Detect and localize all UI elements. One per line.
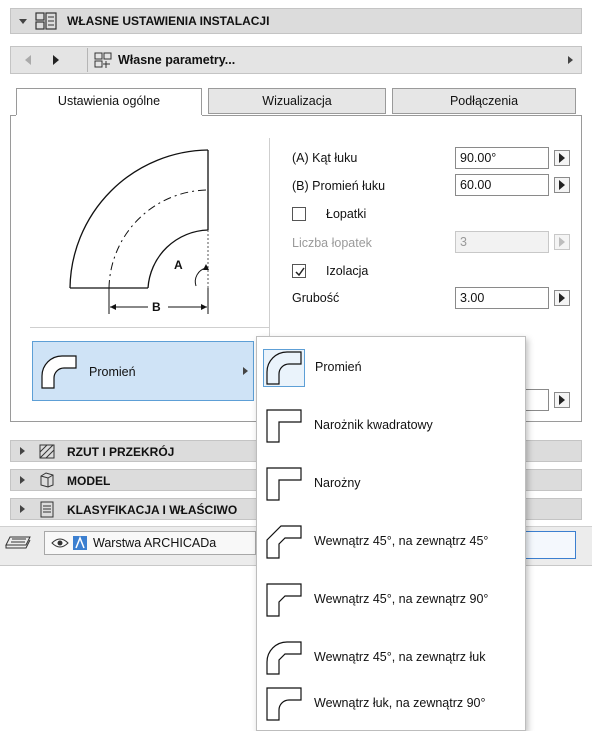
preset-selector[interactable]: Własne parametry... [87, 48, 579, 72]
thickness-input[interactable]: 3.00 [455, 287, 549, 309]
hidden-arrow-button[interactable] [554, 392, 570, 408]
menu-item-label: Wewnątrz 45°, na zewnątrz łuk [314, 650, 486, 664]
preset-nav-bar: Własne parametry... [10, 46, 582, 74]
in45-out45-icon [264, 524, 304, 560]
tab-label: Wizualizacja [262, 94, 332, 108]
settings-window-icon [35, 12, 57, 30]
tab-top-border [202, 115, 582, 116]
check-icon [295, 267, 305, 277]
prev-button[interactable] [15, 50, 41, 70]
menu-item-label: Wewnątrz 45°, na zewnątrz 90° [314, 592, 489, 606]
menu-item-label: Narożny [314, 476, 361, 490]
next-button[interactable] [43, 50, 69, 70]
elbow-shape-button[interactable]: Promień [32, 341, 254, 401]
arc-radius-label: (B) Promień łuku [292, 179, 386, 193]
archicad-layer-icon [73, 535, 87, 550]
layer-selector[interactable]: Warstwa ARCHICADa [44, 531, 256, 555]
arrow-right-icon [559, 395, 565, 405]
next-arrow-icon [53, 55, 59, 65]
shape-separator [30, 327, 269, 328]
inarc-out90-icon [264, 686, 304, 722]
floor-plan-icon [39, 444, 55, 459]
radius-elbow-icon [263, 349, 305, 387]
in45-outarc-icon [264, 640, 304, 676]
in45-out90-icon [264, 582, 304, 618]
tab-top-border [10, 115, 16, 116]
menu-item-in45-outarc[interactable]: Wewnątrz 45°, na zewnątrz łuk [257, 632, 525, 684]
shape-dropdown-arrow-icon [243, 367, 248, 375]
vane-count-label: Liczba łopatek [292, 236, 372, 250]
dropdown-arrow-icon [568, 56, 573, 64]
tab-general-settings[interactable]: Ustawienia ogólne [16, 88, 202, 116]
radius-elbow-icon [41, 355, 77, 389]
arc-angle-value: 90.00° [460, 151, 497, 165]
arrow-right-icon [559, 237, 565, 247]
arc-radius-arrow-button[interactable] [554, 177, 570, 193]
section-label: RZUT I PRZEKRÓJ [67, 445, 175, 459]
thickness-label: Grubość [292, 291, 340, 305]
expand-chevron-icon[interactable] [20, 447, 25, 455]
arc-radius-input[interactable]: 60.00 [455, 174, 549, 196]
vane-count-arrow-button [554, 234, 570, 250]
settings-title: WŁASNE USTAWIENIA INSTALACJI [67, 14, 270, 28]
arrow-right-icon [559, 153, 565, 163]
arc-radius-value: 60.00 [460, 178, 492, 192]
eye-icon[interactable] [51, 537, 69, 549]
expand-chevron-icon[interactable] [20, 505, 25, 513]
section-label: MODEL [67, 474, 111, 488]
tab-label: Ustawienia ogólne [57, 94, 161, 108]
diagram-label-b: B [152, 300, 161, 314]
menu-item-in45-out45[interactable]: Wewnątrz 45°, na zewnątrz 45° [257, 516, 525, 568]
settings-header[interactable]: WŁASNE USTAWIENIA INSTALACJI [10, 8, 582, 34]
preset-label: Własne parametry... [118, 53, 236, 67]
shape-button-label: Promień [89, 365, 136, 379]
corner-icon [264, 466, 304, 502]
menu-item-label: Wewnątrz 45°, na zewnątrz 45° [314, 534, 489, 548]
menu-item-radius[interactable]: Promień [257, 342, 525, 394]
layer-name: Warstwa ARCHICADa [93, 536, 217, 550]
vanes-label: Łopatki [326, 207, 367, 221]
menu-item-in45-out90[interactable]: Wewnątrz 45°, na zewnątrz 90° [257, 574, 525, 626]
thickness-arrow-button[interactable] [554, 290, 570, 306]
expand-chevron-icon[interactable] [20, 476, 25, 484]
menu-item-label: Wewnątrz łuk, na zewnątrz 90° [314, 696, 486, 710]
diagram-label-a: A [174, 258, 183, 272]
insulation-label: Izolacja [326, 264, 369, 278]
elbow-shape-menu: Promień Narożnik kwadratowy Narożny Wewn… [256, 336, 526, 731]
arc-angle-label: (A) Kąt łuku [292, 151, 358, 165]
menu-item-square-corner[interactable]: Narożnik kwadratowy [257, 400, 525, 452]
prev-arrow-icon [25, 55, 31, 65]
document-list-icon [40, 501, 54, 518]
elbow-diagram [69, 149, 209, 314]
menu-item-inarc-out90[interactable]: Wewnątrz łuk, na zewnątrz 90° [257, 678, 525, 730]
model-cube-icon [40, 472, 54, 488]
thickness-value: 3.00 [460, 291, 485, 305]
vanes-checkbox[interactable] [292, 207, 306, 221]
layer-stack-icon [5, 536, 31, 549]
collapse-chevron-icon[interactable] [19, 19, 27, 24]
arrow-right-icon [559, 293, 565, 303]
vane-count-value: 3 [460, 235, 467, 249]
menu-item-corner[interactable]: Narożny [257, 458, 525, 510]
square-corner-icon [264, 408, 304, 444]
tab-connections[interactable]: Podłączenia [392, 88, 576, 114]
arc-angle-arrow-button[interactable] [554, 150, 570, 166]
arc-angle-input[interactable]: 90.00° [455, 147, 549, 169]
duct-settings-icon [94, 52, 112, 68]
menu-item-label: Promień [315, 360, 362, 374]
tab-visualization[interactable]: Wizualizacja [208, 88, 386, 114]
insulation-checkbox[interactable] [292, 264, 306, 278]
section-label: KLASYFIKACJA I WŁAŚCIWO [67, 503, 238, 517]
arrow-right-icon [559, 180, 565, 190]
menu-item-label: Narożnik kwadratowy [314, 418, 433, 432]
tab-label: Podłączenia [449, 94, 519, 108]
panel-divider [269, 138, 270, 338]
vane-count-input: 3 [455, 231, 549, 253]
